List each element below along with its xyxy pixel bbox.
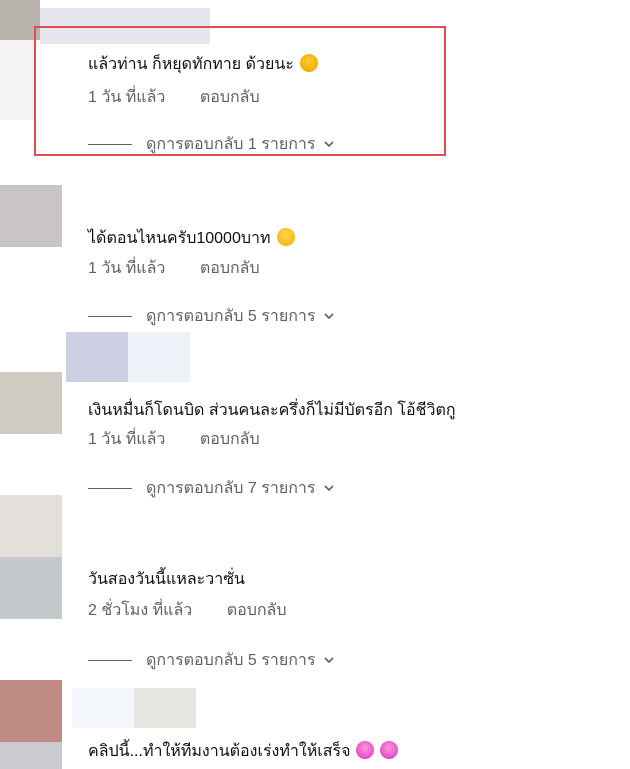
- chevron-down-icon: [324, 313, 335, 320]
- comment-meta: 1 วัน ที่แล้ว ตอบกลับ: [88, 256, 260, 281]
- rofl-emoji-icon: [380, 741, 399, 759]
- comment-meta: 1 วัน ที่แล้ว ตอบกลับ: [88, 427, 260, 452]
- divider: [88, 143, 132, 145]
- view-replies-label: ดูการตอบกลับ 7 รายการ: [146, 479, 316, 497]
- divider: [88, 659, 132, 661]
- avatar-blur: [134, 688, 196, 728]
- view-replies-label: ดูการตอบกลับ 5 รายการ: [146, 651, 316, 669]
- comment-meta: 2 ชั่วโมง ที่แล้ว ตอบกลับ: [88, 598, 287, 623]
- view-replies-label: ดูการตอบกลับ 1 รายการ: [146, 135, 316, 153]
- reply-button[interactable]: ตอบกลับ: [200, 431, 260, 448]
- view-replies-button[interactable]: ดูการตอบกลับ 5 รายการ: [88, 650, 335, 670]
- comment-text: ได้ตอนไหนครับ10000บาท: [88, 226, 295, 251]
- comment-text: วันสองวันนี้แหละวาซั่น: [88, 571, 245, 588]
- comment-meta: 1 วัน ที่แล้ว ตอบกลับ: [88, 85, 260, 110]
- avatar: [0, 495, 62, 557]
- view-replies-button[interactable]: ดูการตอบกลับ 7 รายการ: [88, 478, 335, 498]
- avatar: [0, 372, 62, 434]
- reply-button[interactable]: ตอบกลับ: [227, 602, 287, 619]
- reply-button[interactable]: ตอบกลับ: [200, 89, 260, 106]
- chevron-down-icon: [324, 141, 335, 148]
- laughing-emoji-icon: [299, 54, 318, 72]
- divider: [88, 487, 132, 489]
- comment-text: คลิปนี้...ทำให้ทีมงานต้องเร่งทำให้เสร็จ: [88, 739, 399, 764]
- comment-time: 2 ชั่วโมง ที่แล้ว: [88, 602, 193, 619]
- avatar-blur: [72, 688, 134, 728]
- view-replies-button[interactable]: ดูการตอบกลับ 5 รายการ: [88, 306, 335, 326]
- shushing-emoji-icon: [276, 228, 295, 246]
- comment-time: 1 วัน ที่แล้ว: [88, 260, 166, 277]
- avatar: [66, 332, 128, 382]
- comment-time: 1 วัน ที่แล้ว: [88, 89, 166, 106]
- view-replies-button[interactable]: ดูการตอบกลับ 1 รายการ: [88, 134, 335, 154]
- avatar: [0, 185, 62, 247]
- avatar-blur: [128, 332, 190, 382]
- reply-button[interactable]: ตอบกลับ: [200, 260, 260, 277]
- chevron-down-icon: [324, 485, 335, 492]
- chevron-down-icon: [324, 657, 335, 664]
- view-replies-label: ดูการตอบกลับ 5 รายการ: [146, 307, 316, 325]
- avatar-blur: [0, 40, 36, 120]
- avatar: [0, 680, 62, 742]
- comment-text: แล้วท่าน ก็หยุดทักทาย ด้วยนะ: [88, 52, 318, 77]
- divider: [88, 315, 132, 317]
- avatar: [0, 557, 62, 619]
- comment-time: 1 วัน ที่แล้ว: [88, 431, 166, 448]
- comment-text: เงินหมื่นก็โดนบิด ส่วนคนละครึ่งก็ไม่มีบั…: [88, 402, 456, 419]
- avatar-blur: [0, 742, 62, 769]
- rofl-emoji-icon: [356, 741, 375, 759]
